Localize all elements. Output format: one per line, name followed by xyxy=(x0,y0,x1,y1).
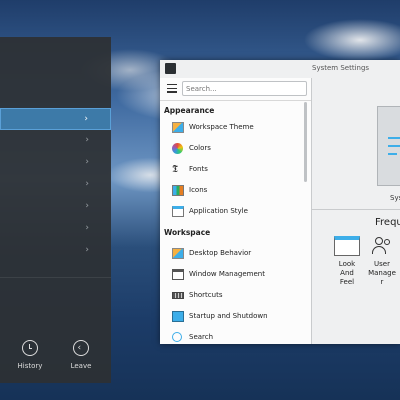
hamburger-menu-icon[interactable] xyxy=(167,84,177,94)
tile-label: User Manage r xyxy=(368,260,396,286)
system-label: Syst xyxy=(390,194,400,202)
tile-look-and-feel[interactable]: Look And Feel xyxy=(332,236,362,287)
sidebar-item-search[interactable]: Search xyxy=(160,328,305,345)
frequently-used-heading: Freque xyxy=(375,217,400,228)
category-header-appearance: Appearance xyxy=(164,106,215,115)
search-input[interactable] xyxy=(182,81,307,96)
sidebar-item-fonts[interactable]: 𝕿 Fonts xyxy=(160,160,305,180)
sidebar-item-label: Application Style xyxy=(189,207,248,215)
chevron-right-icon: › xyxy=(84,114,88,124)
sidebar-item-colors[interactable]: Colors xyxy=(160,139,305,159)
window-management-icon xyxy=(172,269,184,280)
shortcuts-icon xyxy=(172,292,184,299)
launcher-row[interactable]: › xyxy=(0,240,111,262)
launcher-row[interactable]: › xyxy=(0,196,111,218)
application-launcher: › › › › › › › History ‹ Leave xyxy=(0,37,111,383)
chevron-right-icon: › xyxy=(85,223,89,233)
launcher-row[interactable]: › xyxy=(0,130,111,152)
sidebar-item-label: Search xyxy=(189,333,214,341)
sidebar-item-window-management[interactable]: Window Management xyxy=(160,265,305,285)
launcher-row-selected[interactable]: › xyxy=(0,108,111,130)
history-button[interactable]: History xyxy=(10,340,50,370)
fonts-icon: 𝕿 xyxy=(172,164,179,175)
user-manager-icon xyxy=(369,236,395,256)
sidebar-item-label: Desktop Behavior xyxy=(189,249,252,257)
search-icon xyxy=(172,332,182,342)
window-title: System Settings xyxy=(312,64,370,72)
sidebar-item-label: Workspace Theme xyxy=(189,123,254,131)
sidebar-item-label: Window Management xyxy=(189,270,265,278)
launcher-divider xyxy=(0,277,111,278)
leave-button[interactable]: ‹ Leave xyxy=(61,340,101,370)
leave-icon: ‹ xyxy=(73,340,89,356)
system-settings-large-icon xyxy=(377,106,400,186)
app-icon xyxy=(165,63,176,74)
system-settings-window: System Settings Appearance Workspace The… xyxy=(160,60,400,344)
tile-label: Look And Feel xyxy=(338,260,356,286)
category-list: Appearance Workspace Theme Colors 𝕿 Font… xyxy=(160,100,311,345)
launcher-row[interactable]: › xyxy=(0,218,111,240)
launcher-row[interactable]: › xyxy=(0,152,111,174)
chevron-right-icon: › xyxy=(85,135,89,145)
chevron-right-icon: › xyxy=(85,179,89,189)
chevron-right-icon: › xyxy=(85,245,89,255)
sidebar-item-workspace-theme[interactable]: Workspace Theme xyxy=(160,118,305,138)
window-titlebar[interactable]: System Settings xyxy=(160,60,400,78)
launcher-row[interactable]: › xyxy=(0,174,111,196)
workspace-theme-icon xyxy=(172,122,184,133)
chevron-right-icon: › xyxy=(85,157,89,167)
history-label: History xyxy=(17,362,43,370)
sidebar-scrollbar[interactable] xyxy=(304,102,307,182)
category-sidebar: Appearance Workspace Theme Colors 𝕿 Font… xyxy=(160,78,312,344)
icons-icon xyxy=(172,185,184,196)
sidebar-item-icons[interactable]: Icons xyxy=(160,181,305,201)
sidebar-item-label: Fonts xyxy=(189,165,208,173)
overview-panel: Syst Freque Look And Feel User Manage r xyxy=(312,78,400,344)
sidebar-item-desktop-behavior[interactable]: Desktop Behavior xyxy=(160,244,305,264)
sidebar-item-startup-shutdown[interactable]: Startup and Shutdown xyxy=(160,307,305,327)
look-and-feel-icon xyxy=(334,236,360,256)
sidebar-item-application-style[interactable]: Application Style xyxy=(160,202,305,222)
leave-label: Leave xyxy=(70,362,92,370)
desktop-behavior-icon xyxy=(172,248,184,259)
panel-divider xyxy=(312,209,400,210)
tile-user-manager[interactable]: User Manage r xyxy=(367,236,397,287)
chevron-right-icon: › xyxy=(85,201,89,211)
category-header-workspace: Workspace xyxy=(164,228,211,237)
application-style-icon xyxy=(172,206,184,217)
colors-icon xyxy=(172,143,183,154)
sidebar-item-label: Colors xyxy=(189,144,211,152)
sidebar-item-label: Startup and Shutdown xyxy=(189,312,268,320)
sidebar-item-label: Shortcuts xyxy=(189,291,223,299)
startup-shutdown-icon xyxy=(172,311,184,322)
history-icon xyxy=(22,340,38,356)
sidebar-item-shortcuts[interactable]: Shortcuts xyxy=(160,286,305,306)
sidebar-item-label: Icons xyxy=(189,186,208,194)
